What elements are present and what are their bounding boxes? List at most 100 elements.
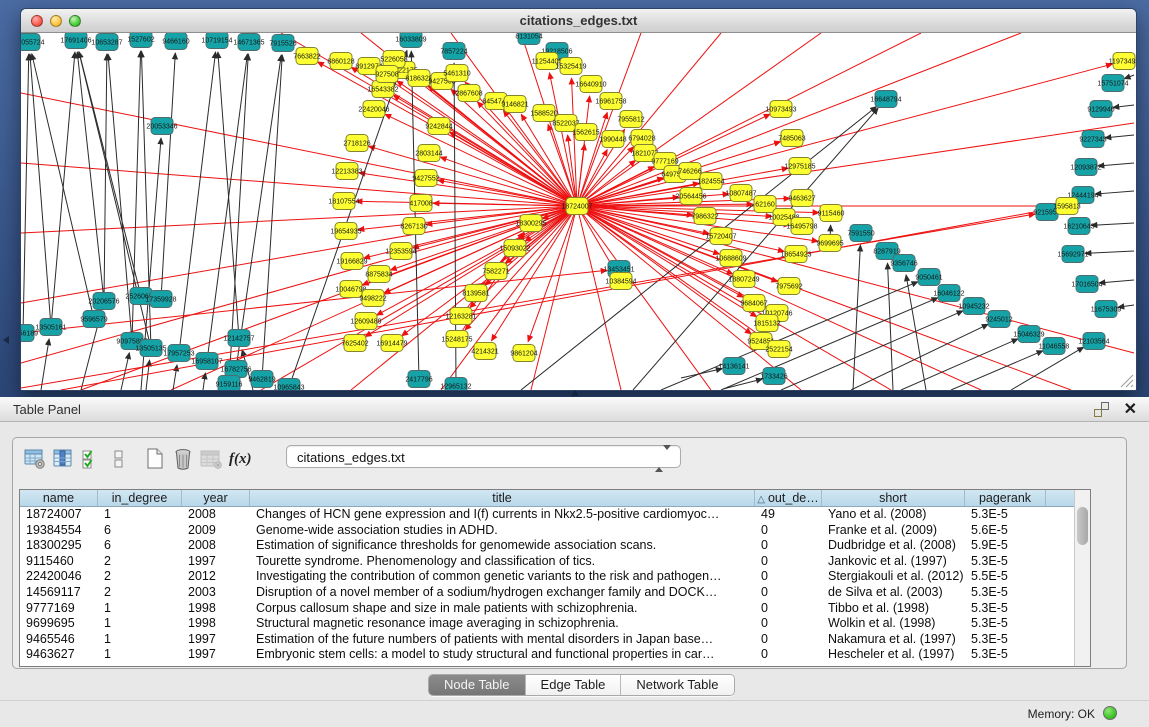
scrollbar-thumb[interactable] — [1077, 507, 1088, 545]
graph-node[interactable] — [446, 331, 468, 348]
table-cell[interactable]: 1997 — [182, 554, 250, 570]
graph-node[interactable] — [600, 93, 622, 110]
graph-node[interactable] — [341, 253, 363, 270]
citation-edge[interactable] — [531, 206, 577, 390]
reference-edge[interactable] — [906, 275, 926, 390]
tab-network-table[interactable]: Network Table — [621, 675, 733, 695]
reference-edge[interactable] — [1095, 191, 1134, 194]
reference-edge[interactable] — [51, 52, 75, 327]
reference-edge[interactable] — [236, 55, 281, 369]
graph-node[interactable] — [1075, 159, 1097, 176]
graph-node[interactable] — [296, 48, 318, 65]
graph-node[interactable] — [791, 218, 813, 235]
reference-edge[interactable] — [1113, 105, 1134, 108]
table-cell[interactable]: 0 — [755, 647, 822, 663]
graph-node[interactable] — [733, 271, 755, 288]
table-cell[interactable]: Franke et al. (2009) — [822, 523, 965, 539]
reference-edge[interactable] — [1091, 223, 1134, 225]
reference-edge[interactable] — [781, 311, 963, 390]
graph-node[interactable] — [580, 76, 602, 93]
table-cell[interactable]: 5.3E-5 — [965, 585, 1046, 601]
reference-edge[interactable] — [1105, 135, 1134, 138]
graph-node[interactable] — [272, 35, 294, 52]
graph-node[interactable] — [344, 335, 366, 352]
table-row[interactable]: 911546021997Tourette syndrome. Phenomeno… — [20, 554, 1090, 570]
reference-edge[interactable] — [207, 54, 247, 361]
table-cell[interactable]: 1 — [98, 647, 182, 663]
graph-node[interactable] — [1083, 333, 1105, 350]
table-cell[interactable]: Yano et al. (2008) — [822, 507, 965, 523]
reference-edge[interactable] — [104, 54, 107, 301]
reference-edge[interactable] — [1118, 305, 1134, 307]
table-cell[interactable]: 5.3E-5 — [965, 616, 1046, 632]
table-cell[interactable]: 5.3E-5 — [965, 632, 1046, 648]
table-cell[interactable]: Wolkin et al. (1998) — [822, 616, 965, 632]
table-row[interactable]: 946362711997Embryonic stem cells: a mode… — [20, 647, 1090, 663]
clear-selection-button[interactable] — [105, 446, 133, 472]
graph-node[interactable] — [631, 130, 653, 147]
table-cell[interactable]: Embryonic stem cells: a model to study s… — [250, 647, 755, 663]
graph-node[interactable] — [791, 190, 813, 207]
graph-node[interactable] — [781, 130, 803, 147]
close-panel-icon[interactable]: ✕ — [1124, 399, 1137, 419]
graph-node[interactable] — [228, 330, 250, 347]
table-cell[interactable]: Corpus callosum shape and size in male p… — [250, 601, 755, 617]
graph-node[interactable] — [218, 376, 240, 391]
graph-node[interactable] — [778, 278, 800, 295]
graph-node[interactable] — [410, 195, 432, 212]
table-cell[interactable]: 5.3E-5 — [965, 647, 1046, 663]
graph-node[interactable] — [150, 291, 172, 308]
citation-edge[interactable] — [577, 64, 1112, 206]
column-header-name[interactable]: name — [20, 490, 98, 506]
column-header-in_degree[interactable]: in_degree — [98, 490, 182, 506]
graph-node[interactable] — [238, 34, 260, 51]
reference-edge[interactable] — [179, 52, 216, 353]
table-cell[interactable]: 0 — [755, 632, 822, 648]
table-row[interactable]: 977716911998Corpus callosum shape and si… — [20, 601, 1090, 617]
graph-node[interactable] — [151, 118, 173, 135]
table-cell[interactable]: 18724007 — [20, 507, 98, 523]
citation-edge[interactable] — [21, 163, 577, 206]
table-cell[interactable]: 1 — [98, 616, 182, 632]
table-row[interactable]: 969969511998Structural magnetic resonanc… — [20, 616, 1090, 632]
table-cell[interactable]: 6 — [98, 523, 182, 539]
graph-node[interactable] — [743, 295, 765, 312]
table-cell[interactable]: de Silva et al. (2003) — [822, 585, 965, 601]
reference-edge[interactable] — [1098, 163, 1134, 166]
table-cell[interactable]: 2 — [98, 585, 182, 601]
graph-node[interactable] — [1018, 326, 1040, 343]
table-cell[interactable]: 9777169 — [20, 601, 98, 617]
table-cell[interactable]: 1 — [98, 601, 182, 617]
table-row[interactable]: 1872400712008Changes of HCN gene express… — [20, 507, 1090, 523]
reference-edge[interactable] — [23, 54, 29, 333]
table-vertical-scrollbar[interactable] — [1074, 490, 1090, 666]
table-cell[interactable]: 0 — [755, 585, 822, 601]
table-cell[interactable]: 22420046 — [20, 569, 98, 585]
reference-edge[interactable] — [218, 52, 239, 338]
graph-node[interactable] — [330, 53, 352, 70]
graph-node[interactable] — [610, 273, 632, 290]
graph-node[interactable] — [533, 105, 555, 122]
graph-node[interactable] — [251, 371, 273, 388]
table-cell[interactable]: 5.6E-5 — [965, 523, 1046, 539]
reference-edge[interactable] — [146, 360, 150, 390]
table-cell[interactable]: 0 — [755, 523, 822, 539]
graph-node[interactable] — [93, 293, 115, 310]
table-row[interactable]: 1938455462009Genome-wide association stu… — [20, 523, 1090, 539]
graph-node[interactable] — [1068, 218, 1090, 235]
table-cell[interactable]: Tourette syndrome. Phenomenology and cla… — [250, 554, 755, 570]
reference-edge[interactable] — [262, 55, 282, 379]
column-header-pagerank[interactable]: pagerank — [965, 490, 1046, 506]
table-cell[interactable]: 49 — [755, 507, 822, 523]
table-row[interactable]: 1830029562008Estimation of significance … — [20, 538, 1090, 554]
graph-node[interactable] — [458, 85, 480, 102]
table-cell[interactable]: 1998 — [182, 601, 250, 617]
table-cell[interactable]: 5.9E-5 — [965, 538, 1046, 554]
select-all-button[interactable] — [77, 446, 105, 472]
graph-node[interactable] — [1090, 101, 1112, 118]
citation-edge[interactable] — [359, 173, 577, 206]
table-cell[interactable]: Investigating the contribution of common… — [250, 569, 755, 585]
network-canvas[interactable]: 1405572417691406106532871527602946616010… — [21, 33, 1136, 390]
table-cell[interactable]: 9465546 — [20, 632, 98, 648]
table-cell[interactable]: 5.3E-5 — [965, 507, 1046, 523]
